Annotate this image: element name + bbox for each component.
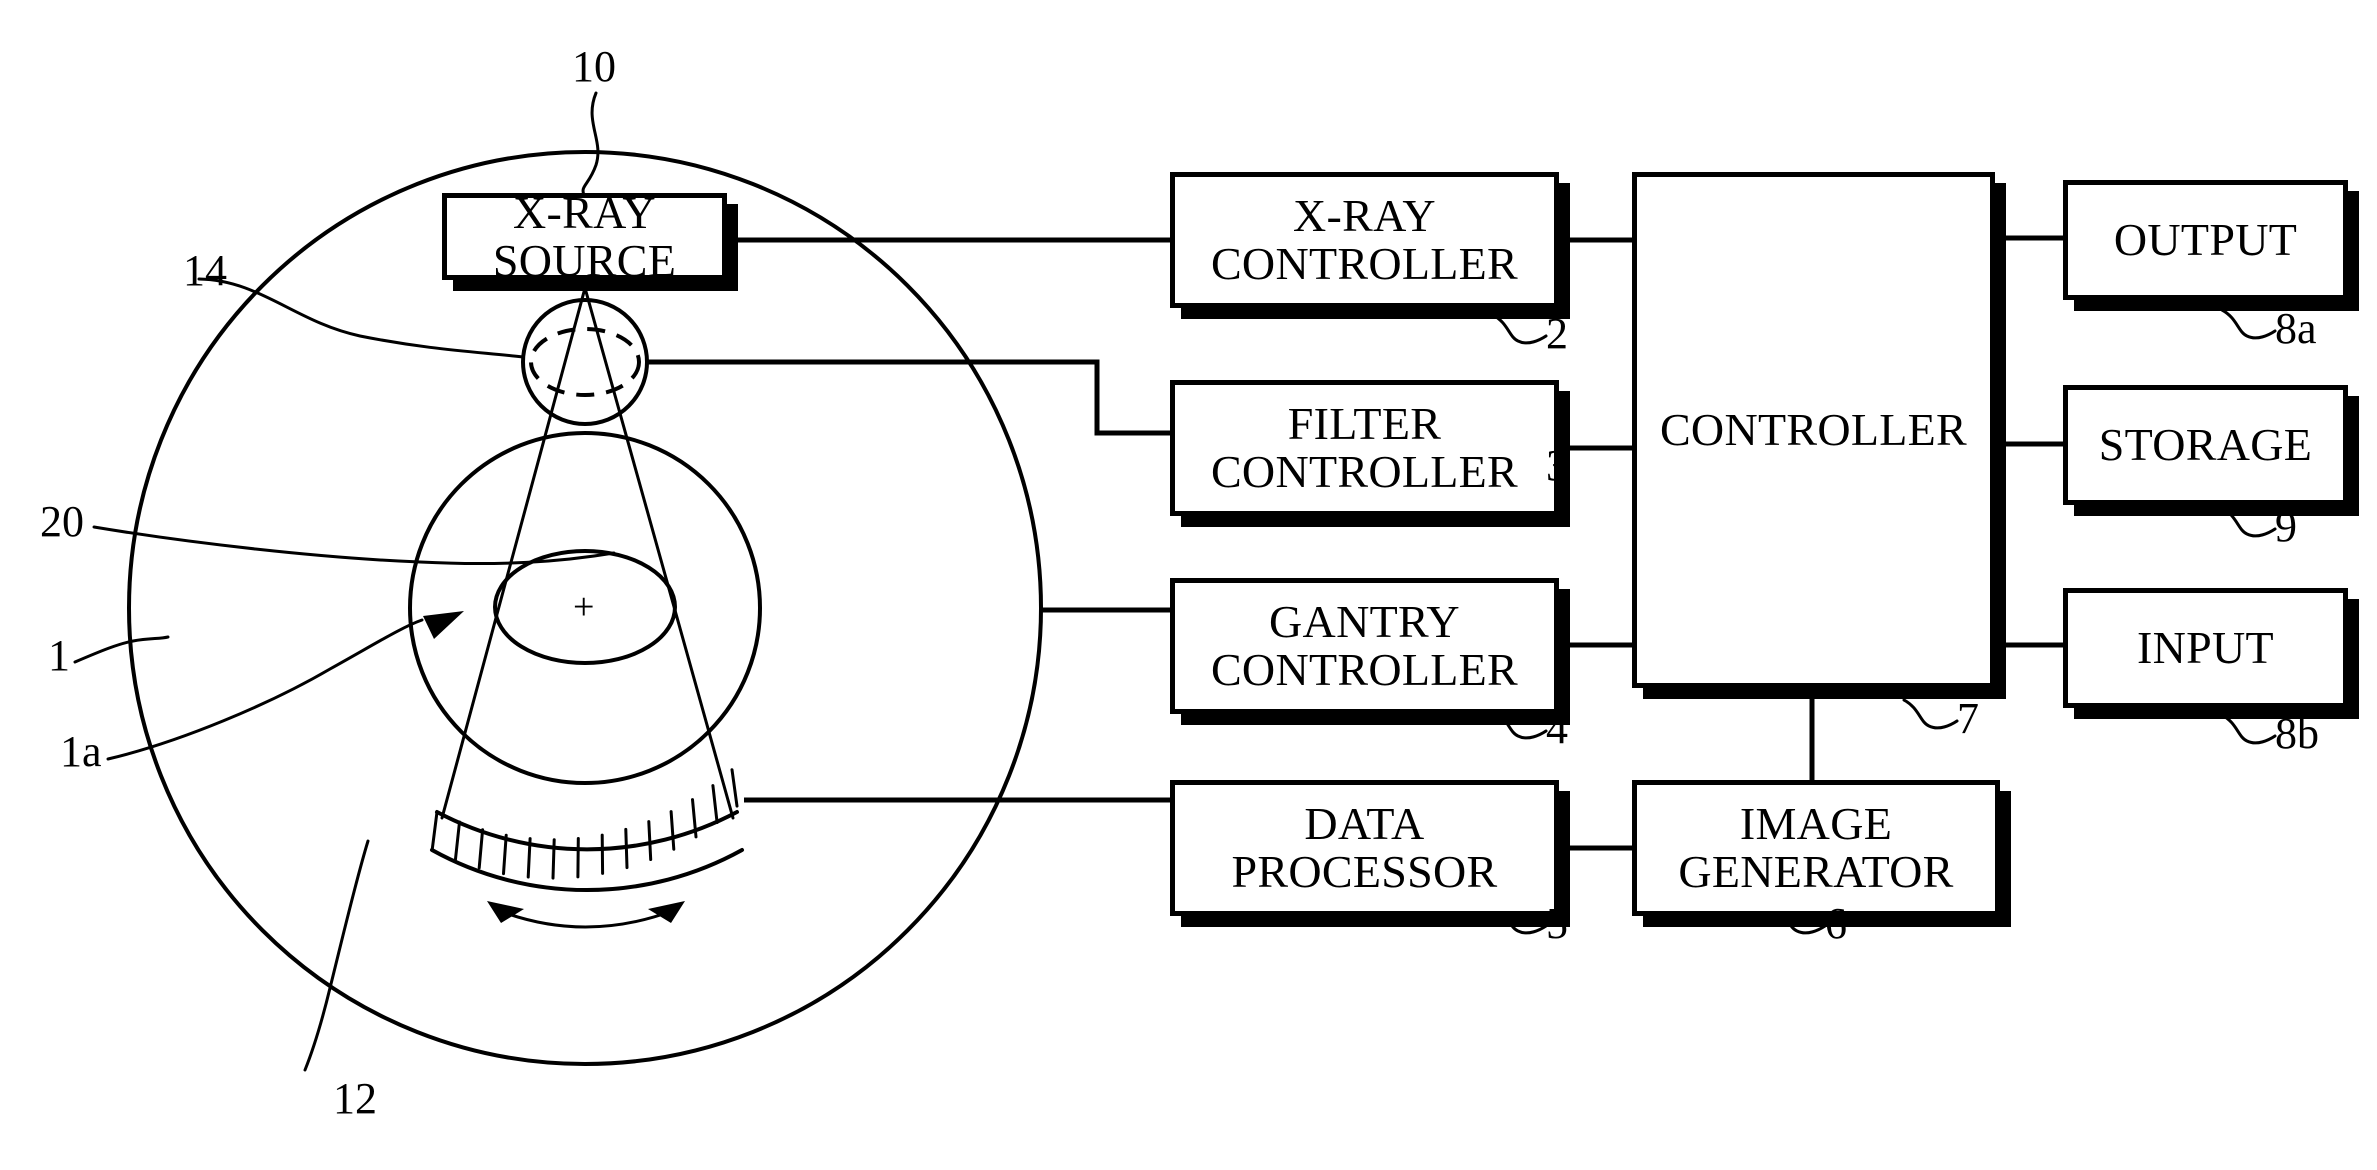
filter-dashed-ellipse: [529, 327, 641, 397]
reference-numeral-4: 4: [1546, 704, 1568, 753]
filter-circle: [521, 298, 649, 426]
block-controller[interactable]: CONTROLLER: [1632, 172, 1995, 688]
reference-numeral-6: 6: [1825, 899, 1847, 948]
reference-numeral-5: 5: [1546, 899, 1568, 948]
reference-numeral-3: 3: [1546, 441, 1568, 490]
reference-numeral-9: 9: [2275, 502, 2297, 551]
block-data-processor-label: DATA PROCESSOR: [1231, 798, 1498, 897]
leader-line-1a: [106, 618, 424, 761]
detector-motion-arrow-left: [487, 901, 524, 923]
block-controller-label: CONTROLLER: [1659, 404, 1968, 456]
leader-line-8a: [2220, 308, 2277, 340]
reference-numeral-10: 10: [572, 42, 616, 91]
reference-numeral-2: 2: [1546, 309, 1568, 358]
leader-line-14: [197, 277, 525, 359]
block-x-ray-source-label: X-RAY SOURCE: [492, 186, 677, 286]
isocenter-cross-mark: +: [573, 586, 595, 628]
block-x-ray-controller-label: X-RAY CONTROLLER: [1210, 190, 1519, 289]
block-input-label: INPUT: [2137, 622, 2274, 674]
leader-line-4: [1491, 708, 1548, 740]
reference-numeral-8b: 8b: [2275, 709, 2319, 758]
block-gantry-controller-label: GANTRY CONTROLLER: [1210, 596, 1519, 695]
wire-filter-to-filter-controller: [648, 359, 1170, 436]
block-output-label: OUTPUT: [2113, 214, 2298, 266]
reference-numeral-7: 7: [1957, 694, 1979, 743]
leader-line-8b: [2220, 713, 2277, 745]
leader-line-2: [1491, 313, 1548, 345]
block-gantry-controller[interactable]: GANTRY CONTROLLER: [1170, 578, 1559, 714]
detector-motion-arrow-right: [648, 901, 685, 923]
reference-numeral-20: 20: [40, 497, 84, 546]
block-x-ray-source[interactable]: X-RAY SOURCE: [442, 188, 727, 284]
block-storage[interactable]: STORAGE: [2063, 385, 2348, 505]
block-filter-controller-label: FILTER CONTROLLER: [1210, 398, 1519, 497]
block-data-processor[interactable]: DATA PROCESSOR: [1170, 780, 1559, 916]
leader-arrow-1a: [423, 611, 464, 639]
figure-canvas: X-RAY SOURCE X-RAY CONTROLLER FILTER CON…: [0, 0, 2377, 1170]
block-filter-controller[interactable]: FILTER CONTROLLER: [1170, 380, 1559, 516]
block-x-ray-controller[interactable]: X-RAY CONTROLLER: [1170, 172, 1559, 308]
reference-numeral-14: 14: [183, 246, 227, 295]
reference-numeral-1: 1: [48, 631, 70, 680]
leader-line-9: [2220, 506, 2277, 538]
block-storage-label: STORAGE: [2098, 419, 2313, 471]
block-output[interactable]: OUTPUT: [2063, 180, 2348, 300]
reference-numeral-8a: 8a: [2275, 304, 2317, 353]
block-input[interactable]: INPUT: [2063, 588, 2348, 708]
leader-line-7: [1902, 698, 1959, 730]
leader-line-1: [73, 635, 170, 664]
block-image-generator[interactable]: IMAGE GENERATOR: [1632, 780, 2000, 916]
detector-inner-arc: [430, 848, 744, 893]
detector-motion-arc: [498, 909, 674, 929]
detector-cell-dividers: [430, 768, 739, 880]
reference-numeral-12: 12: [333, 1074, 377, 1123]
leader-line-12: [303, 839, 370, 1072]
leader-line-10: [581, 91, 600, 197]
block-image-generator-label: IMAGE GENERATOR: [1678, 798, 1954, 897]
reference-numeral-1a: 1a: [60, 727, 102, 776]
